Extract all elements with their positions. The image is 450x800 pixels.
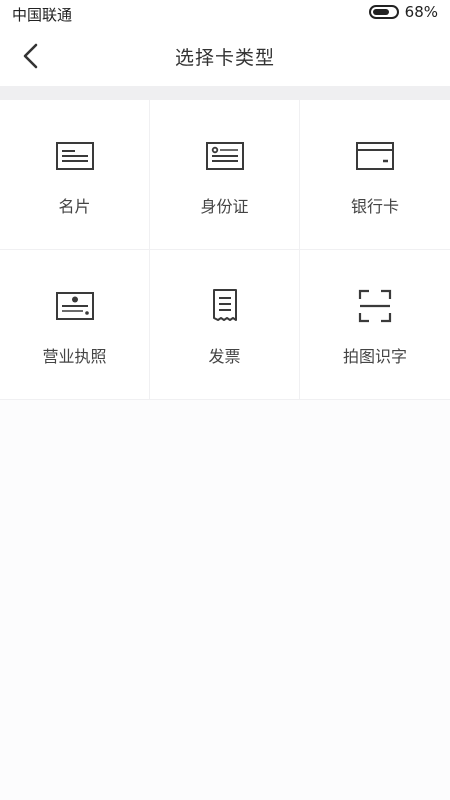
nav-bar: 选择卡类型: [0, 26, 450, 86]
scan-text-icon: [358, 289, 392, 323]
card-type-scan-text[interactable]: 拍图识字: [300, 250, 450, 400]
card-type-grid: 名片 身份证 银行卡 营业执照 发票 拍图识字: [0, 100, 450, 400]
battery-icon: [368, 5, 399, 19]
card-type-label: 拍图识字: [342, 347, 407, 366]
card-type-bank-card[interactable]: 银行卡: [300, 100, 450, 250]
card-type-label: 身份证: [200, 197, 249, 216]
page-title: 选择卡类型: [174, 47, 275, 69]
card-type-invoice[interactable]: 发票: [150, 250, 300, 400]
business-license-icon: [56, 292, 94, 320]
card-type-business-card[interactable]: 名片: [0, 100, 150, 250]
card-type-id-card[interactable]: 身份证: [150, 100, 300, 250]
card-type-business-license[interactable]: 营业执照: [0, 250, 150, 400]
section-divider: [0, 86, 450, 100]
card-type-label: 名片: [58, 197, 91, 216]
card-type-label: 银行卡: [350, 197, 399, 216]
business-card-icon: [56, 142, 94, 170]
carrier-name: 中国联通: [12, 6, 73, 24]
id-card-icon: [206, 142, 244, 170]
invoice-icon: [213, 289, 237, 321]
card-type-label: 营业执照: [42, 347, 107, 366]
content-empty-area: [0, 400, 450, 800]
status-bar: 中国联通 68%: [0, 0, 450, 26]
bank-card-icon: [356, 142, 394, 170]
card-type-label: 发票: [208, 347, 241, 366]
battery-percent: 68%: [404, 3, 438, 21]
battery-indicator: 68%: [368, 3, 438, 21]
